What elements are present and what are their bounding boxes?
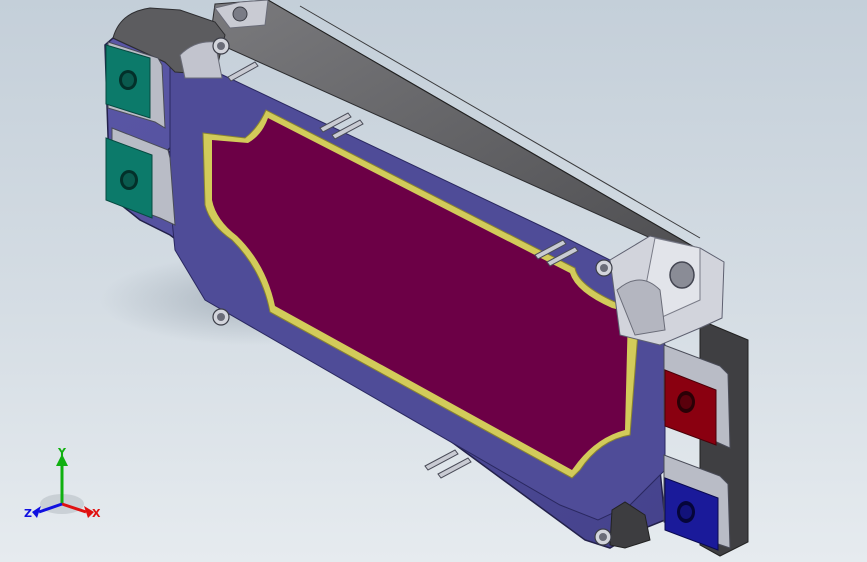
mount-hole-right (669, 261, 695, 289)
mount-hole-top (232, 6, 248, 22)
cad-model[interactable] (0, 0, 867, 562)
triad-y-label: Y (57, 446, 67, 459)
triad-z-label: Z (24, 507, 32, 520)
triad-x-label: X (92, 507, 101, 520)
graphics-viewport[interactable]: Y X Z (0, 0, 867, 562)
reference-triad[interactable]: Y X Z (22, 446, 112, 526)
